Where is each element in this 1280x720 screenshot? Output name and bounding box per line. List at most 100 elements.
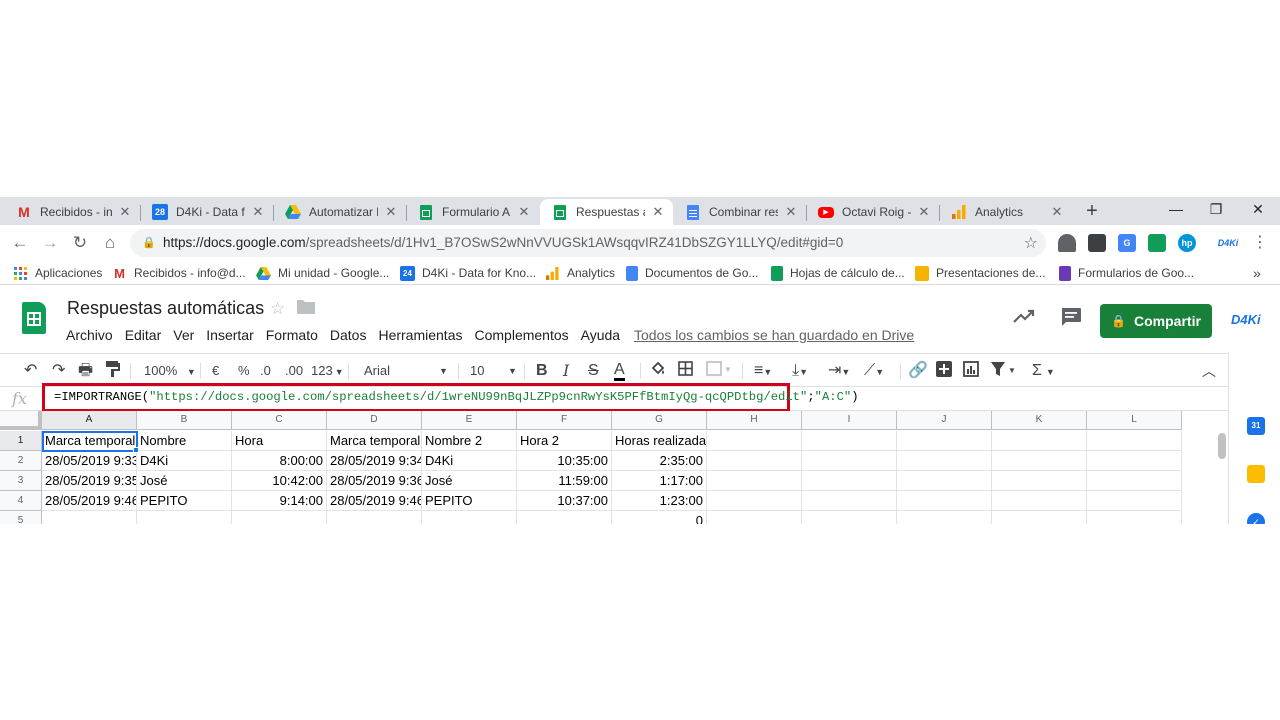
cell-i3[interactable]: [802, 471, 897, 491]
cell-a1[interactable]: Marca temporal: [42, 431, 137, 451]
cell-a5[interactable]: [42, 511, 137, 524]
bookmarks-overflow-button[interactable]: »: [1253, 265, 1261, 281]
font-size-select[interactable]: 10 ▼: [470, 361, 520, 381]
cell-j2[interactable]: [897, 451, 992, 471]
text-color-button[interactable]: A: [614, 361, 625, 381]
cell-l5[interactable]: [1087, 511, 1182, 524]
cell-b1[interactable]: Nombre: [137, 431, 232, 451]
cell-b5[interactable]: [137, 511, 232, 524]
bookmark-forms[interactable]: Formularios de Goo...: [1059, 265, 1194, 281]
keep-icon[interactable]: [1247, 465, 1265, 483]
tab-respuestas[interactable]: Respuestas automáticas ✕: [540, 199, 673, 225]
cell-f3[interactable]: 11:59:00: [517, 471, 612, 491]
extension-inbox-icon[interactable]: [1148, 234, 1166, 252]
strikethrough-button[interactable]: S: [588, 361, 599, 381]
tab-youtube[interactable]: ▶ Octavi Roig - YouTube ✕: [806, 199, 939, 225]
bookmark-slides[interactable]: Presentaciones de...: [915, 265, 1045, 281]
comments-icon[interactable]: [1060, 307, 1082, 333]
cell-f1[interactable]: Hora 2: [517, 431, 612, 451]
cell-g4[interactable]: 1:23:00: [612, 491, 707, 511]
extension-shield-icon[interactable]: [1088, 234, 1106, 252]
bold-button[interactable]: B: [536, 361, 548, 381]
close-icon[interactable]: ✕: [917, 204, 931, 220]
bookmark-analytics[interactable]: Analytics: [545, 265, 615, 281]
cell-f4[interactable]: 10:37:00: [517, 491, 612, 511]
insert-link-icon[interactable]: 🔗: [908, 361, 928, 381]
menu-ayuda[interactable]: Ayuda: [575, 325, 626, 345]
cell-k3[interactable]: [992, 471, 1087, 491]
zoom-select[interactable]: 100% ▼: [144, 361, 196, 381]
formula-input[interactable]: =IMPORTRANGE("https://docs.google.com/sp…: [54, 390, 859, 404]
menu-ver[interactable]: Ver: [167, 325, 200, 345]
column-header-d[interactable]: D: [327, 411, 422, 430]
close-icon[interactable]: ✕: [651, 204, 665, 220]
cell-d5[interactable]: [327, 511, 422, 524]
cell-c4[interactable]: 9:14:00: [232, 491, 327, 511]
cell-l1[interactable]: [1087, 431, 1182, 451]
bookmark-calendar[interactable]: 24 D4Ki - Data for Kno...: [400, 265, 536, 281]
url-text[interactable]: https://docs.google.com/spreadsheets/d/1…: [163, 235, 843, 250]
cell-i2[interactable]: [802, 451, 897, 471]
cell-a3[interactable]: 28/05/2019 9:35:: [42, 471, 137, 491]
close-icon[interactable]: ✕: [517, 204, 531, 220]
font-select[interactable]: Arial ▼: [364, 361, 452, 381]
merge-cells-icon[interactable]: ▼: [706, 361, 732, 381]
menu-insertar[interactable]: Insertar: [200, 325, 259, 345]
fill-color-icon[interactable]: [650, 361, 666, 381]
bookmark-star-icon[interactable]: ☆: [1024, 233, 1038, 253]
cell-h5[interactable]: [707, 511, 802, 524]
column-header-f[interactable]: F: [517, 411, 612, 430]
bookmark-docs[interactable]: Documentos de Go...: [626, 265, 758, 281]
select-all-corner[interactable]: [0, 411, 42, 430]
back-button[interactable]: ←: [8, 231, 32, 255]
more-formats-select[interactable]: 123 ▼: [311, 361, 344, 381]
cell-c1[interactable]: Hora: [232, 431, 327, 451]
bookmark-apps[interactable]: Aplicaciones: [13, 265, 102, 281]
save-status-link[interactable]: Todos los cambios se han guardado en Dri…: [634, 325, 914, 345]
menu-herramientas[interactable]: Herramientas: [372, 325, 468, 345]
cell-l4[interactable]: [1087, 491, 1182, 511]
home-button[interactable]: ⌂: [98, 231, 122, 255]
cell-b2[interactable]: D4Ki: [137, 451, 232, 471]
cell-l3[interactable]: [1087, 471, 1182, 491]
menu-formato[interactable]: Formato: [260, 325, 324, 345]
borders-icon[interactable]: [678, 361, 693, 381]
row-header-2[interactable]: 2: [0, 451, 42, 471]
cell-h2[interactable]: [707, 451, 802, 471]
vertical-align-icon[interactable]: ⤓▼: [792, 361, 808, 381]
cell-e5[interactable]: [422, 511, 517, 524]
cell-e1[interactable]: Nombre 2: [422, 431, 517, 451]
cell-l2[interactable]: [1087, 451, 1182, 471]
new-tab-button[interactable]: +: [1080, 201, 1104, 223]
cell-a2[interactable]: 28/05/2019 9:33:: [42, 451, 137, 471]
extension-d4ki-label[interactable]: D4Ki: [1214, 234, 1242, 252]
cell-c5[interactable]: [232, 511, 327, 524]
extension-translate-icon[interactable]: G: [1118, 234, 1136, 252]
menu-editar[interactable]: Editar: [119, 325, 168, 345]
cell-h1[interactable]: [707, 431, 802, 451]
document-title[interactable]: Respuestas automáticas: [67, 298, 264, 319]
cell-b4[interactable]: PEPITO: [137, 491, 232, 511]
insert-chart-icon[interactable]: [963, 361, 979, 381]
cell-d4[interactable]: 28/05/2019 9:46:: [327, 491, 422, 511]
text-wrapping-icon[interactable]: ⇥▼: [828, 361, 850, 381]
cell-e2[interactable]: D4Ki: [422, 451, 517, 471]
cell-d2[interactable]: 28/05/2019 9:34:: [327, 451, 422, 471]
address-bar[interactable]: 🔒 https://docs.google.com/spreadsheets/d…: [130, 229, 1046, 257]
close-icon[interactable]: ✕: [784, 204, 798, 220]
column-header-k[interactable]: K: [992, 411, 1087, 430]
column-header-g[interactable]: G: [612, 411, 707, 430]
menu-archivo[interactable]: Archivo: [60, 325, 119, 345]
cell-j4[interactable]: [897, 491, 992, 511]
column-header-c[interactable]: C: [232, 411, 327, 430]
extension-hp-icon[interactable]: hp: [1178, 234, 1196, 252]
tab-calendar[interactable]: 28 D4Ki - Data for Know ✕: [140, 199, 273, 225]
row-header-3[interactable]: 3: [0, 471, 42, 491]
column-header-i[interactable]: I: [802, 411, 897, 430]
cell-f5[interactable]: [517, 511, 612, 524]
filter-icon[interactable]: ▼: [990, 361, 1016, 381]
star-icon[interactable]: ☆: [270, 299, 285, 319]
cell-d1[interactable]: Marca temporal: [327, 431, 422, 451]
cell-j5[interactable]: [897, 511, 992, 524]
cell-g3[interactable]: 1:17:00: [612, 471, 707, 491]
